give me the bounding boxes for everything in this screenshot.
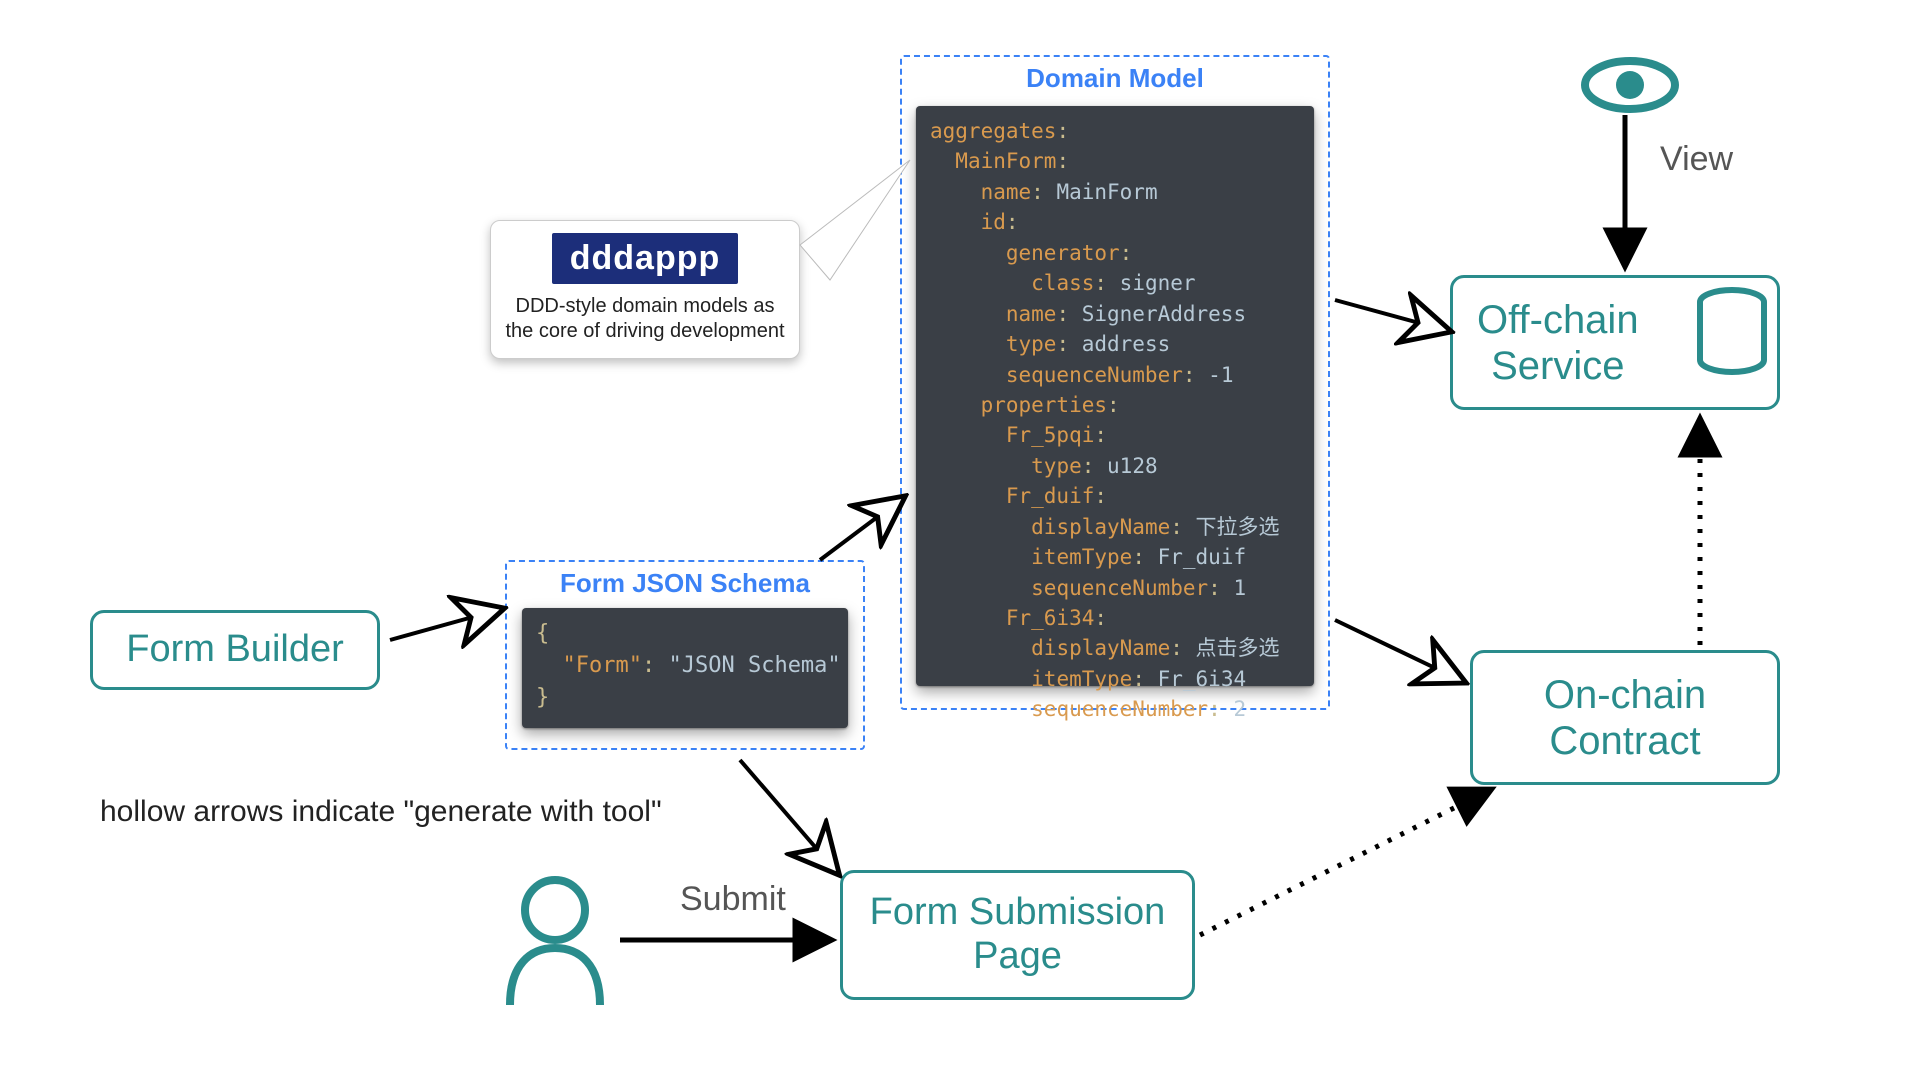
node-form-submission-page: Form Submission Page (840, 870, 1195, 1000)
form-json-schema-code: { "Form": "JSON Schema" } (522, 608, 848, 728)
domain-model-title: Domain Model (902, 63, 1328, 94)
user-icon (510, 880, 600, 1005)
dddappp-callout-tail (800, 160, 910, 280)
form-json-schema-title: Form JSON Schema (507, 568, 863, 599)
dddappp-subtitle: DDD-style domain models as the core of d… (505, 294, 785, 344)
label-view: View (1660, 140, 1733, 179)
eye-icon (1585, 61, 1675, 109)
caption-hollow-arrows: hollow arrows indicate "generate with to… (100, 795, 662, 829)
node-off-chain-service: Off-chain Service (1450, 275, 1780, 410)
arrow-domain-to-offchain (1335, 300, 1445, 330)
dddappp-callout: dddappp DDD-style domain models as the c… (490, 220, 800, 359)
arrow-formbuilder-to-schema (390, 610, 498, 640)
arrow-domain-to-onchain (1335, 620, 1460, 680)
node-on-chain-contract: On-chain Contract (1470, 650, 1780, 785)
arrow-formsub-to-onchain-dotted (1200, 790, 1490, 935)
arrow-schema-to-formsub (740, 760, 835, 870)
label-submit: Submit (680, 880, 786, 919)
node-form-builder: Form Builder (90, 610, 380, 690)
arrow-schema-to-domain (820, 500, 900, 560)
domain-model-code: aggregates: MainForm: name: MainForm id:… (916, 106, 1314, 686)
dddappp-logo: dddappp (552, 233, 739, 284)
